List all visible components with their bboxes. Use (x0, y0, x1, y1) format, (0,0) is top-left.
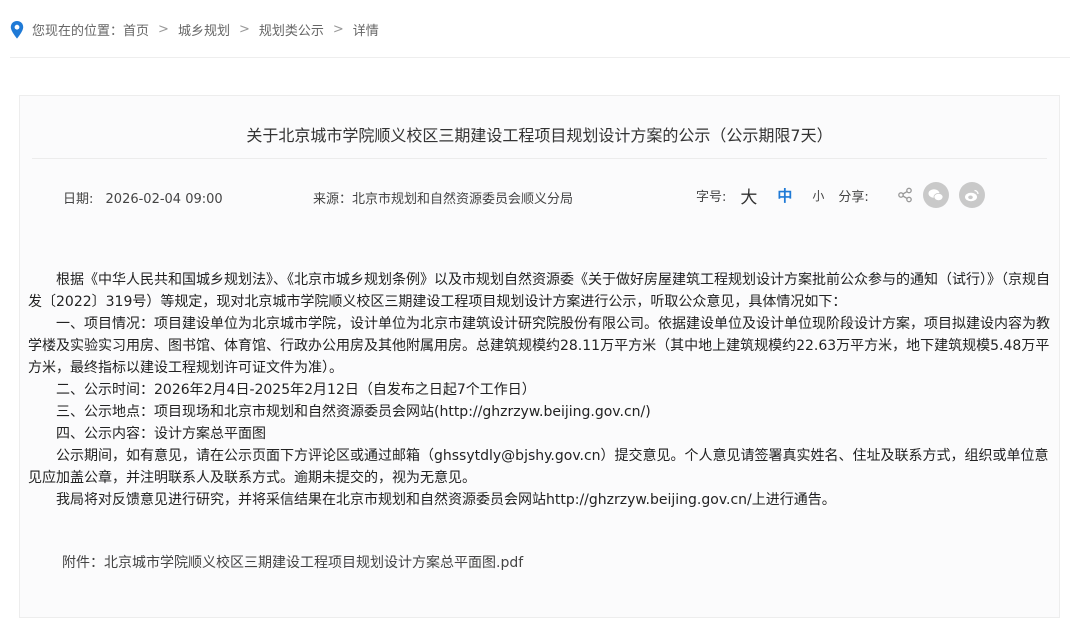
article-source: 来源：北京市规划和自然资源委员会顺义分局 (313, 188, 573, 207)
article-title: 关于北京城市学院顺义校区三期建设工程项目规划设计方案的公示（公示期限7天） (246, 126, 833, 145)
paragraph: 二、公示时间：2026年2月4日-2025年2月12日（自发布之日起7个工作日） (56, 382, 536, 398)
share-icon[interactable] (897, 187, 913, 203)
title-divider (32, 158, 1047, 159)
breadcrumb: 您现在的位置： 首页 > 城乡规划 > 规划类公示 > 详情 (10, 20, 379, 39)
article-date: 日期: 2026-02-04 09:00 (63, 188, 223, 207)
font-size-label: 字号: (696, 189, 727, 205)
divider (10, 57, 1070, 58)
date-value: 2026-02-04 09:00 (105, 192, 223, 207)
date-label: 日期: (63, 192, 94, 207)
paragraph: 我局将对反馈意见进行研究，并将采信结果在北京市规划和自然资源委员会网站http:… (56, 492, 836, 508)
font-size-controls: 字号: 大 中 小 分享: (696, 182, 985, 208)
article-panel: 关于北京城市学院顺义校区三期建设工程项目规划设计方案的公示（公示期限7天） 日期… (19, 95, 1060, 618)
font-size-small-button[interactable]: 小 (812, 187, 824, 204)
wechat-icon[interactable] (922, 182, 949, 208)
article-body: 根据《中华人民共和国城乡规划法》、《北京市城乡规划条例》以及市规划自然资源委《关… (28, 269, 1051, 511)
paragraph: 三、公示地点：项目现场和北京市规划和自然资源委员会网站(http://ghzrz… (56, 404, 651, 420)
paragraph: 公示期间，如有意见，请在公示页面下方评论区或通过邮箱（ghssytdly@bjs… (28, 448, 1049, 486)
weibo-icon[interactable] (958, 182, 985, 208)
breadcrumb-current: 详情 (352, 24, 379, 39)
breadcrumb-home[interactable]: 首页 (123, 20, 149, 39)
font-size-large-button[interactable]: 大 (740, 183, 757, 208)
paragraph: 四、公示内容：设计方案总平面图 (56, 426, 266, 442)
breadcrumb-separator: > (158, 22, 169, 37)
location-pin-icon (10, 20, 24, 38)
breadcrumb-prefix: 您现在的位置： (32, 24, 124, 39)
source-value: 北京市规划和自然资源委员会顺义分局 (352, 192, 574, 207)
breadcrumb-urban-planning[interactable]: 城乡规划 (178, 20, 230, 39)
breadcrumb-separator: > (332, 22, 344, 37)
breadcrumb-separator: > (238, 22, 250, 37)
attachment-link[interactable]: 附件：北京城市学院顺义校区三期建设工程项目规划设计方案总平面图.pdf (62, 552, 523, 572)
breadcrumb-planning-notices[interactable]: 规划类公示 (259, 20, 324, 39)
share-icons (887, 182, 985, 208)
source-label: 来源： (313, 192, 353, 207)
paragraph: 根据《中华人民共和国城乡规划法》、《北京市城乡规划条例》以及市规划自然资源委《关… (28, 272, 1050, 310)
font-size-medium-button[interactable]: 中 (777, 185, 792, 206)
share-label: 分享: (838, 189, 869, 205)
paragraph: 一、项目情况：项目建设单位为北京城市学院，设计单位为北京市建筑设计研究院股份有限… (28, 316, 1050, 376)
